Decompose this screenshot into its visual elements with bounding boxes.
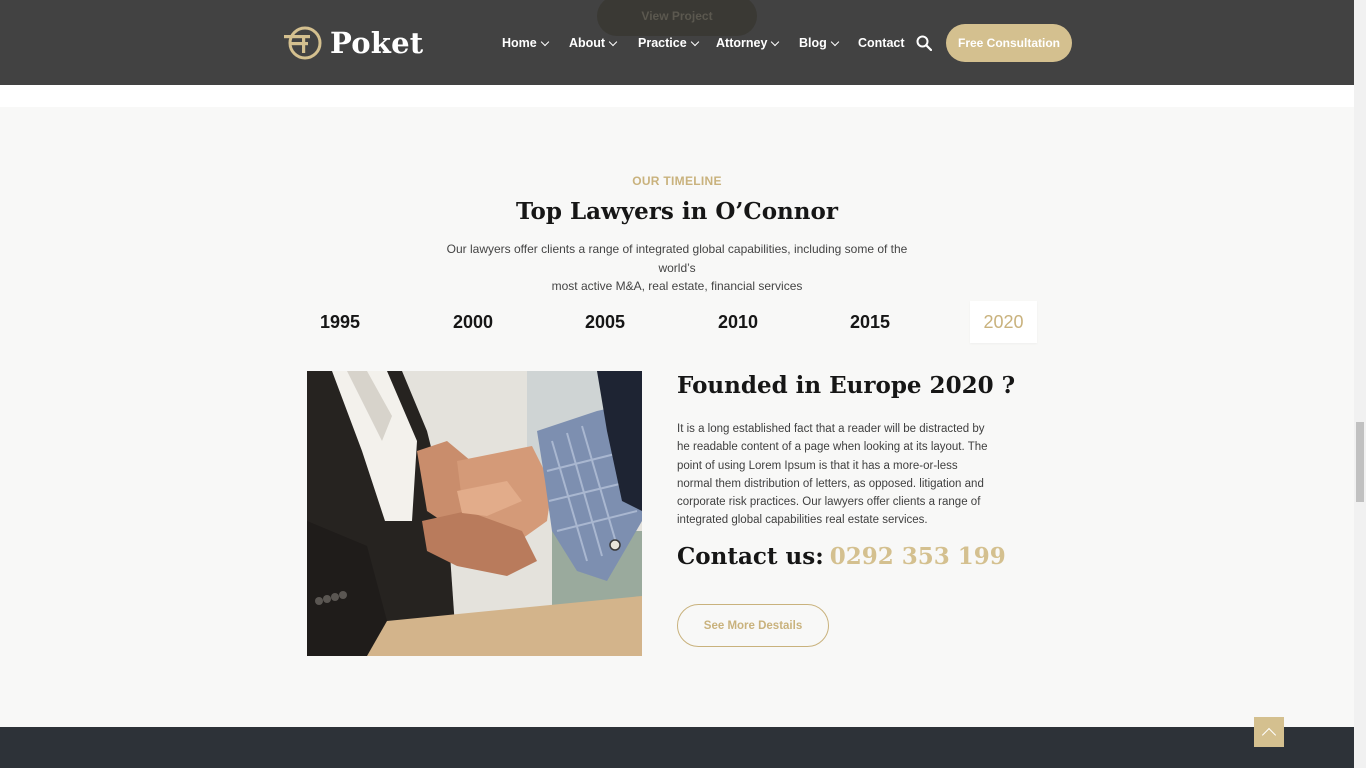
nav-about-label: About — [569, 36, 606, 50]
handshake-photo — [307, 371, 642, 656]
page: View Project Poket Home About Practice A… — [0, 0, 1354, 768]
nav-blog[interactable]: Blog — [799, 36, 840, 50]
scrollbar-thumb[interactable] — [1356, 422, 1364, 502]
logo[interactable]: Poket — [282, 25, 423, 61]
chevron-down-icon — [540, 37, 549, 46]
year-tab-2000[interactable]: 2000 — [440, 301, 506, 343]
lead-line-1: Our lawyers offer clients a range of int… — [446, 242, 908, 275]
chevron-up-icon — [1261, 727, 1277, 742]
chevron-down-icon — [830, 37, 840, 46]
content-paragraph: It is a long established fact that a rea… — [677, 423, 988, 527]
nav-about[interactable]: About — [569, 36, 618, 50]
nav-home[interactable]: Home — [502, 36, 549, 50]
page-scrollbar[interactable] — [1354, 0, 1366, 768]
footer-band — [0, 727, 1354, 768]
nav-contact-label: Contact — [858, 36, 905, 50]
logo-mark-icon — [284, 26, 322, 60]
year-tab-1995[interactable]: 1995 — [307, 301, 373, 343]
back-to-top-button[interactable] — [1254, 717, 1284, 747]
year-tab-2020[interactable]: 2020 — [970, 301, 1037, 343]
section-lead: Our lawyers offer clients a range of int… — [427, 240, 927, 296]
view-project-button[interactable]: View Project — [597, 0, 757, 36]
contact-line: Contact us: 0292 353 199 — [677, 543, 1006, 570]
chevron-down-icon — [771, 37, 780, 46]
year-tab-2005[interactable]: 2005 — [572, 301, 638, 343]
timeline-year-tabs: 1995 2000 2005 2010 2015 2020 — [307, 301, 1041, 343]
contact-phone[interactable]: 0292 353 199 — [830, 543, 1006, 570]
chevron-down-icon — [608, 37, 618, 46]
chevron-down-icon — [690, 37, 699, 46]
lead-line-2: most active M&A, real estate, financial … — [551, 279, 803, 293]
nav-practice-label: Practice — [638, 36, 687, 50]
section-eyebrow: OUR TIMELINE — [632, 174, 722, 188]
see-more-details-button[interactable]: See More Destails — [677, 604, 829, 647]
contact-label: Contact us: — [677, 543, 824, 570]
content-heading: Founded in Europe 2020 ? — [677, 372, 1016, 399]
nav-contact[interactable]: Contact — [858, 36, 905, 50]
nav-attorney-label: Attorney — [716, 36, 768, 50]
section-title: Top Lawyers in O’Connor — [516, 198, 838, 225]
year-tab-2010[interactable]: 2010 — [705, 301, 771, 343]
search-icon[interactable] — [916, 35, 932, 51]
nav-blog-label: Blog — [799, 36, 827, 50]
nav-practice[interactable]: Practice — [638, 36, 699, 50]
section-divider — [0, 85, 1354, 107]
handshake-illustration — [307, 371, 642, 656]
nav-home-label: Home — [502, 36, 537, 50]
free-consultation-button[interactable]: Free Consultation — [946, 24, 1072, 62]
year-tab-2015[interactable]: 2015 — [837, 301, 903, 343]
logo-text: Poket — [330, 26, 424, 60]
nav-attorney[interactable]: Attorney — [716, 36, 780, 50]
